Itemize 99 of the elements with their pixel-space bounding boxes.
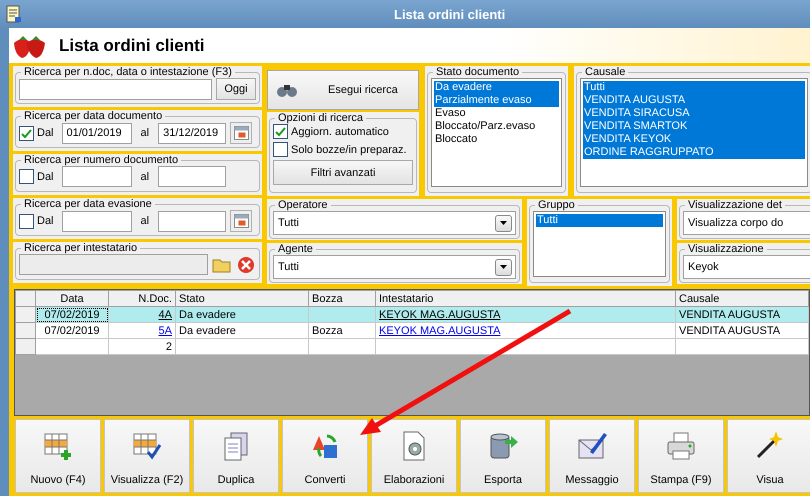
group-title: Gruppo [537,199,576,211]
column-header[interactable]: Causale [676,290,808,306]
calendar-icon [234,214,249,228]
table-link[interactable]: 5A [158,324,172,336]
group-title: Visualizzazione [687,243,765,255]
to-label: al [140,170,150,182]
calendar-button[interactable] [230,122,252,144]
list-item[interactable]: VENDITA AUGUSTA [583,94,805,107]
toolbar-button[interactable]: Visualizza (F2) [104,419,190,493]
dropdown-field[interactable]: Tutti [273,211,516,235]
list-box[interactable]: Tutti [533,211,666,277]
date-to-field[interactable] [158,210,226,232]
checkbox-label: Solo bozze/in preparaz. [291,144,407,156]
to-label: al [140,215,150,227]
group-title: Stato documento [435,66,520,78]
list-item[interactable]: Tutti [536,214,663,227]
list-item[interactable]: Da evadere [434,81,559,94]
toolbar-button[interactable]: Visua [727,419,810,493]
magic-wand-icon [757,430,783,459]
date-from-field[interactable] [62,210,132,232]
column-header[interactable]: Bozza [308,290,376,306]
to-label: al [140,127,150,139]
list-box[interactable]: Da evadere Parzialmente evaso Evaso Bloccato/Parz.evaso Bloccato [431,78,562,187]
group-title: Ricerca per data evasione [23,198,153,210]
list-item[interactable]: VENDITA KEYOK [583,133,805,146]
advanced-filters-button[interactable]: Filtri avanzati [273,160,413,185]
checkbox-label: Dal [37,127,54,139]
group-title: Ricerca per data documento [23,110,164,122]
group-title: Operatore [277,199,329,211]
table-cell: 2 [108,338,176,354]
caret-icon [500,265,507,269]
binoculars-icon [276,83,298,97]
app-icon [6,5,22,23]
column-header[interactable]: Data [36,290,108,306]
group-title: Visualizzazione det [687,199,783,211]
list-box[interactable]: Tutti VENDITA AUGUSTA VENDITA SIRACUSA VENDITA SMARTOK VENDITA KEYOK ORDINE RAGGRUPPATO [580,78,808,187]
checkbox[interactable] [19,126,34,140]
group-title: Causale [584,66,626,78]
holder-field[interactable] [19,254,208,275]
dropdown-field[interactable]: Keyok [683,255,810,279]
table-cell [308,338,376,354]
checkbox[interactable] [19,169,34,184]
table-cell: Da evadere [176,322,308,338]
list-item[interactable]: VENDITA SMARTOK [583,120,805,133]
list-item[interactable]: Parzialmente evaso [434,94,559,107]
list-item[interactable]: ORDINE RAGGRUPPATO [583,146,805,159]
checkbox[interactable] [273,142,288,157]
table-link[interactable]: 4A [158,308,172,320]
printer-icon [665,430,697,462]
dropdown-field[interactable]: Tutti [273,255,516,279]
list-item[interactable]: Evaso [434,107,559,120]
dropdown-button[interactable] [495,258,512,276]
date-from-field[interactable] [62,166,132,187]
list-item[interactable]: Bloccato/Parz.evaso [434,120,559,133]
checkbox[interactable] [273,124,288,139]
group-title: Opzioni di ricerca [277,112,364,124]
list-item[interactable]: Bloccato [434,133,559,146]
checkbox[interactable] [19,214,34,228]
toolbar-button[interactable]: Esporta [460,419,546,493]
calendar-button[interactable] [230,210,252,232]
list-item[interactable]: VENDITA SIRACUSA [583,107,805,120]
page-title: Lista ordini clienti [59,36,204,56]
group-title: Ricerca per numero documento [23,154,180,166]
toolbar-button[interactable]: Converti [282,419,368,493]
table-cell: Bozza [308,322,376,338]
date-from-field[interactable]: 01/01/2019 [62,122,132,144]
toolbar-button[interactable]: Elaborazioni [371,419,457,493]
close-icon[interactable] [236,254,256,274]
checkbox-label: Dal [37,215,54,227]
column-header[interactable]: Intestatario [376,290,676,306]
checkbox-label: Dal [37,170,54,182]
table-link[interactable]: KEYOK MAG.AUGUSTA [379,308,500,320]
toolbar-button[interactable]: Duplica [193,419,279,493]
column-header[interactable]: Stato [176,290,308,306]
caret-icon [500,221,507,225]
checkbox-label: Aggiorn. automatico [291,126,389,138]
group-title: Agente [277,243,314,255]
dropdown-button[interactable] [495,214,512,232]
table-cell: Da evadere [176,306,308,322]
search-field[interactable] [19,78,212,100]
date-to-field[interactable] [158,166,226,187]
window-title: Lista ordini clienti [394,6,506,22]
toolbar-button[interactable]: Messaggio [549,419,635,493]
list-item[interactable]: Tutti [583,81,805,94]
calendar-icon [234,126,249,140]
dropdown-field[interactable]: Visualizza corpo do [683,211,810,235]
table-cell: VENDITA AUGUSTA [676,322,808,338]
toolbar-button[interactable]: Nuovo (F4) [15,419,101,493]
column-header[interactable]: N.Doc. [108,290,176,306]
table-link[interactable]: KEYOK MAG.AUGUSTA [379,324,500,336]
group-title: Ricerca per n.doc, data o intestazione (F3) [23,66,233,78]
date-to-field[interactable]: 31/12/2019 [158,122,226,144]
group-title: Ricerca per intestatario [23,242,138,254]
table-cell: 07/02/2019 [36,322,108,338]
search-button[interactable]: Esegui ricerca [267,70,419,110]
table-cell: VENDITA AUGUSTA [676,306,808,322]
table-cell: 07/02/2019 [36,306,108,322]
toolbar-button[interactable]: Stampa (F9) [638,419,724,493]
today-button[interactable]: Oggi [216,78,256,100]
